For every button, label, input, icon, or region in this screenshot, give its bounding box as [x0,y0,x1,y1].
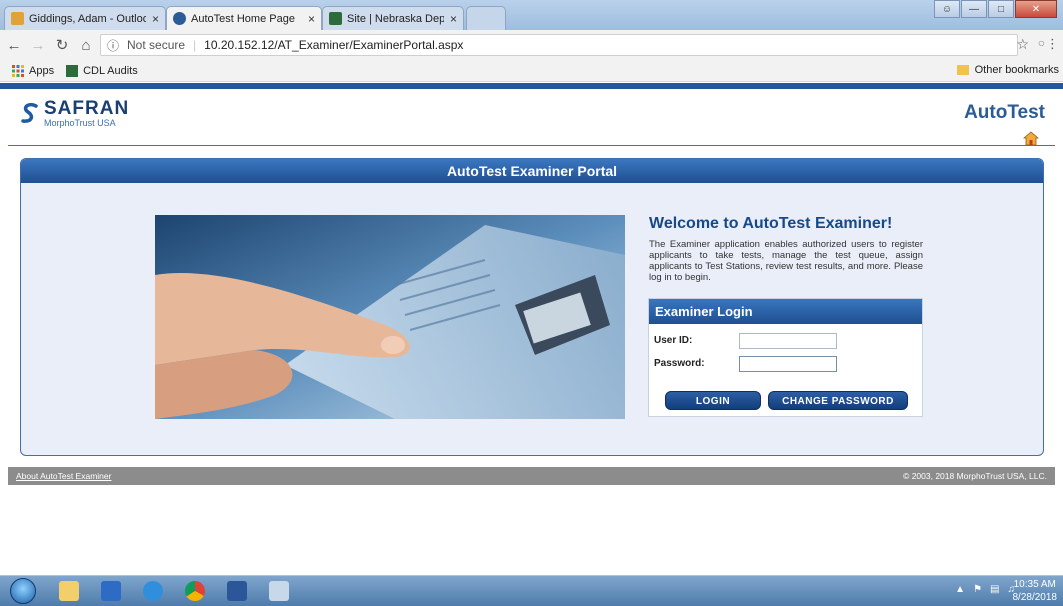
portal-panel: AutoTest Examiner Portal Welcome to Auto… [20,158,1044,456]
hero-image [155,215,625,419]
bookmark-star-icon[interactable]: ☆ [1016,36,1029,53]
window-controls: ☺ — □ ✕ [933,0,1057,18]
bookmarks-bar: Apps CDL Audits Other bookmarks [0,60,1063,82]
user-icon[interactable]: ☺ [934,0,960,18]
copyright-text: © 2003, 2018 MorphoTrust USA, LLC. [903,471,1047,481]
show-hidden-icons-icon[interactable]: ▲ [955,584,965,595]
nebraska-dmv-icon [66,64,79,77]
about-autotest-link[interactable]: About AutoTest Examiner [16,467,111,485]
home-icon[interactable] [1023,131,1039,146]
welcome-heading: Welcome to AutoTest Examiner! [649,215,893,232]
tab-title: Site | Nebraska Departme [347,12,444,25]
change-password-button[interactable]: CHANGE PASSWORD [768,391,908,410]
system-tray: ▲ ⚑ ▤ ♫ [947,584,1015,595]
user-id-input[interactable] [739,333,837,349]
bookmark-cdl-audits[interactable]: CDL Audits [66,64,138,77]
password-input[interactable] [739,356,837,372]
url-text: 10.20.152.12/AT_Examiner/ExaminerPortal.… [204,38,464,52]
chrome-icon[interactable] [176,579,214,603]
close-tab-icon[interactable]: × [152,12,159,26]
brand-subtitle: MorphoTrust USA [44,118,116,128]
close-window-icon[interactable]: ✕ [1015,0,1057,18]
reload-icon[interactable]: ↻ [52,36,72,54]
page-footer: About AutoTest Examiner © 2003, 2018 Mor… [8,467,1055,485]
autotest-logo: AutoTest [964,102,1045,123]
file-explorer-icon[interactable] [50,579,88,603]
clock-date: 8/28/2018 [1012,592,1058,603]
close-tab-icon[interactable]: × [450,12,457,26]
extension-icon[interactable]: ○ [1038,36,1045,50]
login-heading: Examiner Login [649,299,922,324]
browser-tab-strip: Giddings, Adam - Outloo × AutoTest Home … [0,0,1063,30]
windows-taskbar: ▲ ⚑ ▤ ♫ 10:35 AM 8/28/2018 [0,575,1063,606]
maximize-icon[interactable]: □ [988,0,1014,18]
close-tab-icon[interactable]: × [308,12,315,26]
welcome-text: The Examiner application enables authori… [649,239,923,283]
user-id-label: User ID: [654,335,693,346]
word-icon[interactable] [218,579,256,603]
header-top-bar [0,83,1063,89]
outlook-icon[interactable] [92,579,130,603]
apps-grid-icon [12,64,24,77]
login-button[interactable]: LOGIN [665,391,761,410]
tab-outlook[interactable]: Giddings, Adam - Outloo × [4,6,166,30]
bookmark-label: CDL Audits [83,64,138,77]
autotest-icon [173,12,186,25]
back-arrow-icon[interactable]: ← [4,37,24,54]
header-divider [8,145,1055,146]
tab-autotest-home[interactable]: AutoTest Home Page × [166,6,322,30]
flag-icon[interactable]: ⚑ [973,584,982,595]
bookmark-apps[interactable]: Apps [12,64,55,77]
forward-arrow-icon[interactable]: → [28,37,48,54]
security-status: Not secure [127,38,186,52]
password-label: Password: [654,358,705,369]
internet-explorer-icon[interactable] [134,579,172,603]
minimize-icon[interactable]: — [961,0,987,18]
tab-nebraska[interactable]: Site | Nebraska Departme × [322,6,464,30]
safran-s-icon [21,102,38,123]
tab-title: AutoTest Home Page [191,12,295,25]
tab-title: Giddings, Adam - Outloo [29,12,146,25]
browser-menu-icon[interactable]: ⋮ [1046,36,1059,52]
new-tab-button[interactable] [466,6,506,30]
examiner-login-box: Examiner Login User ID: Password: LOGIN … [648,298,923,417]
folder-icon [956,65,969,75]
home-button-icon[interactable]: ⌂ [76,37,96,54]
url-input[interactable]: ⓘ Not secure | 10.20.152.12/AT_Examiner/… [100,34,1018,56]
portal-title: AutoTest Examiner Portal [21,159,1043,183]
info-icon[interactable]: ⓘ [107,37,119,54]
other-bookmarks-label: Other bookmarks [974,64,1059,76]
brand-name: SAFRAN [44,98,130,119]
network-icon[interactable]: ▤ [990,584,999,595]
clock[interactable]: 10:35 AM 8/28/2018 [1013,578,1058,604]
paint-icon[interactable] [260,579,298,603]
safran-logo: SAFRAN MorphoTrust USA [20,98,130,128]
bookmark-label: Apps [29,64,55,77]
address-bar-row: ← → ↻ ⌂ ⓘ Not secure | 10.20.152.12/AT_E… [0,30,1063,60]
start-button-icon[interactable] [10,578,36,604]
clock-time: 10:35 AM [1013,579,1056,590]
other-bookmarks[interactable]: Other bookmarks [956,64,1059,76]
welcome-section: Welcome to AutoTest Examiner! The Examin… [649,215,923,283]
outlook-icon [11,12,24,25]
nebraska-dmv-icon [329,12,342,25]
